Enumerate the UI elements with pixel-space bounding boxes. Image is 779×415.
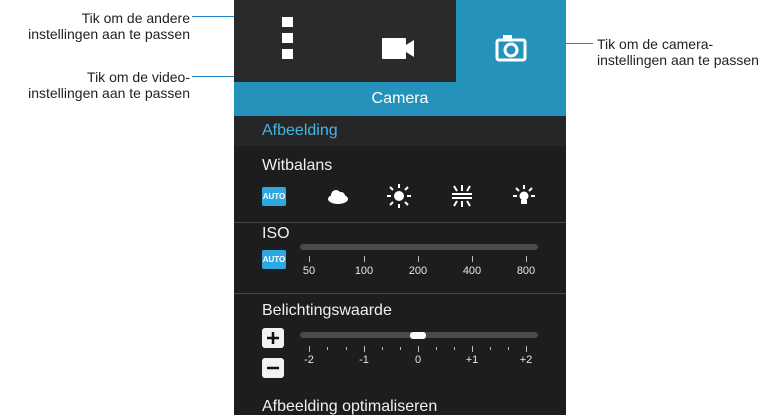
divider: [234, 293, 566, 294]
iso-value-label[interactable]: 800: [506, 265, 546, 277]
iso-tick: [526, 256, 527, 262]
iso-tick: [309, 256, 310, 262]
tab-menu[interactable]: [234, 0, 344, 82]
exposure-minor-tick: [436, 347, 437, 350]
exposure-minor-tick: [490, 347, 491, 350]
exposure-minor-tick: [454, 347, 455, 350]
video-camera-icon: [382, 38, 414, 59]
exposure-major-tick: [472, 346, 473, 352]
iso-value-label[interactable]: 50: [289, 265, 329, 277]
callout-video-settings-line2: instellingen aan te passen: [28, 85, 190, 101]
camera-icon: [495, 35, 527, 62]
exposure-value-label: 0: [414, 354, 422, 366]
callout-more-settings-line1: Tik om de andere: [81, 10, 190, 26]
white-balance-auto-button[interactable]: AUTO: [262, 187, 286, 206]
callout-more-settings-line2: instellingen aan te passen: [28, 26, 190, 42]
settings-tab-bar: [234, 0, 566, 82]
iso-tick: [418, 256, 419, 262]
exposure-minus-button[interactable]: [262, 358, 284, 378]
cloud-icon[interactable]: [324, 182, 352, 210]
plus-icon: [267, 332, 279, 344]
exposure-major-tick: [364, 346, 365, 352]
minus-icon: [267, 366, 279, 370]
callout-camera-settings-line2: instellingen aan te passen: [597, 52, 759, 68]
exposure-slider-thumb[interactable]: [410, 332, 426, 339]
iso-value-label[interactable]: 100: [344, 265, 384, 277]
iso-tick: [472, 256, 473, 262]
exposure-minor-tick: [327, 347, 328, 350]
vertical-dots-icon: [282, 17, 293, 59]
exposure-minor-tick: [346, 347, 347, 350]
camera-settings-panel: Camera Afbeelding Witbalans AUTO ISO AUT…: [234, 0, 566, 415]
sun-icon[interactable]: [385, 182, 413, 210]
section-heading: Afbeelding: [234, 116, 566, 146]
incandescent-icon[interactable]: [510, 182, 538, 210]
tab-camera[interactable]: [456, 0, 566, 82]
exposure-minor-tick: [400, 347, 401, 350]
callout-more-settings: Tik om de andere instellingen aan te pas…: [0, 10, 190, 42]
exposure-major-tick: [309, 346, 310, 352]
callout-video-settings: Tik om de video- instellingen aan te pas…: [0, 69, 190, 101]
exposure-value-label: +2: [519, 354, 533, 366]
tab-video[interactable]: [344, 0, 456, 82]
exposure-major-tick: [526, 346, 527, 352]
exposure-value-label: -2: [304, 354, 314, 366]
iso-value-label[interactable]: 400: [452, 265, 492, 277]
exposure-minor-tick: [508, 347, 509, 350]
iso-value-label[interactable]: 200: [398, 265, 438, 277]
exposure-label: Belichtingswaarde: [262, 302, 392, 319]
callout-camera-settings-line1: Tik om de camera-: [597, 36, 714, 52]
iso-tick: [364, 256, 365, 262]
iso-label: ISO: [262, 225, 290, 242]
callout-video-settings-line1: Tik om de video-: [87, 69, 190, 85]
iso-auto-button[interactable]: AUTO: [262, 250, 286, 269]
callout-camera-settings: Tik om de camera- instellingen aan te pa…: [597, 36, 779, 68]
fluorescent-icon[interactable]: [448, 182, 476, 210]
exposure-minor-tick: [382, 347, 383, 350]
divider: [234, 222, 566, 223]
panel-title: Camera: [234, 82, 566, 116]
exposure-major-tick: [418, 346, 419, 352]
exposure-value-label: +1: [465, 354, 479, 366]
exposure-value-label: -1: [359, 354, 369, 366]
white-balance-label: Witbalans: [262, 157, 333, 174]
exposure-plus-button[interactable]: [262, 328, 284, 348]
iso-slider-track[interactable]: [300, 244, 538, 250]
optimize-image-label[interactable]: Afbeelding optimaliseren: [262, 398, 437, 415]
